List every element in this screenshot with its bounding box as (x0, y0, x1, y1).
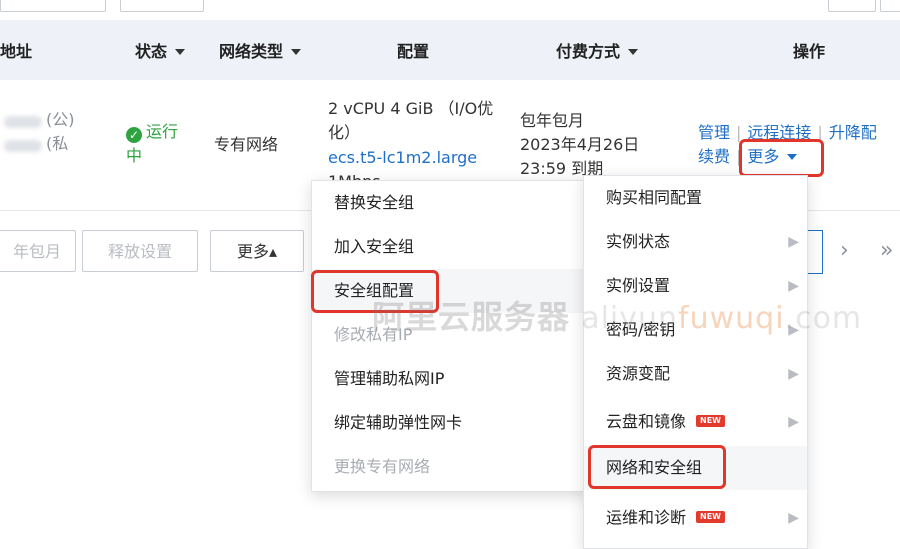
menu-item-instance-settings-label: 实例设置 (606, 276, 671, 295)
new-badge: NEW (696, 510, 725, 523)
release-settings-button[interactable]: 释放设置 (82, 230, 198, 272)
ip-public-blurred (4, 116, 42, 128)
last-page-icon[interactable]: » (880, 238, 893, 263)
ip-private-blurred (4, 140, 42, 152)
chevron-right-icon: ▶ (788, 510, 799, 526)
menu-item-instance-status-label: 实例状态 (606, 232, 671, 251)
menu-item-manage-secondary-ip[interactable]: 管理辅助私网IP (312, 357, 587, 401)
menu-item-instance-status[interactable]: 实例状态 ▶ (584, 220, 807, 264)
menu-item-bind-eni[interactable]: 绑定辅助弹性网卡 (312, 401, 587, 445)
more-actions-link[interactable]: 更多 (747, 147, 798, 166)
menu-item-replace-security-group[interactable]: 替换安全组 (312, 181, 587, 225)
bandwidth: 1Mbps (328, 170, 381, 180)
remote-connect-link[interactable]: 远程连接 (747, 123, 811, 142)
header-status-label: 状态 (135, 42, 168, 61)
security-group-submenu: 替换安全组 加入安全组 安全组配置 修改私有IP 管理辅助私网IP 绑定辅助弹性… (311, 180, 588, 492)
top-button-1[interactable] (0, 0, 106, 12)
caret-down-icon (628, 48, 639, 55)
footer-more-button[interactable]: 更多▴ (210, 230, 304, 272)
menu-item-resource-change-label: 资源变配 (606, 364, 671, 383)
menu-item-change-vpc[interactable]: 更换专有网络 (312, 445, 587, 489)
menu-item-password-key-label: 密码/密钥 (606, 320, 676, 339)
instance-type-link[interactable]: ecs.t5-lc1m2.large (328, 146, 477, 170)
upgrade-link[interactable]: 升降配 (829, 123, 877, 142)
menu-item-ops-diagnosis-label: 运维和诊断 (606, 508, 687, 527)
menu-item-modify-private-ip[interactable]: 修改私有IP (312, 313, 587, 357)
caret-down-icon (291, 48, 302, 55)
status-line2: 中 (126, 146, 143, 165)
payment-expiry-time: 23:59 到期 (520, 159, 604, 177)
manage-link[interactable]: 管理 (698, 123, 730, 142)
header-address: 地址 (0, 42, 33, 61)
header-network-type-label: 网络类型 (219, 42, 284, 61)
actions-line2: 续费 | 更多 (698, 145, 798, 169)
more-actions-label: 更多 (747, 147, 780, 166)
menu-item-disk-image-label: 云盘和镜像 (606, 412, 687, 431)
next-page-icon[interactable]: › (840, 238, 849, 263)
renew-link[interactable]: 续费 (698, 147, 730, 166)
ip-private-suffix: (私 (46, 134, 69, 153)
caret-down-icon (175, 48, 186, 55)
menu-item-network-security-group[interactable]: 网络和安全组 (584, 446, 807, 490)
payment-type: 包年包月 (520, 111, 585, 130)
menu-item-resource-change[interactable]: 资源变配 ▶ (584, 352, 807, 396)
header-network-type[interactable]: 网络类型 (219, 38, 302, 62)
chevron-right-icon: ▶ (788, 414, 799, 430)
chevron-right-icon: ▶ (788, 278, 799, 294)
config-line2: 化） (328, 123, 361, 142)
chevron-right-icon: ▶ (788, 234, 799, 250)
check-circle-icon: ✓ (126, 127, 142, 143)
header-actions: 操作 (793, 42, 826, 61)
menu-item-password-key[interactable]: 密码/密钥 ▶ (584, 308, 807, 352)
menu-item-security-group-config[interactable]: 安全组配置 (312, 269, 587, 313)
header-status[interactable]: 状态 (135, 38, 186, 62)
renew-subscription-button[interactable]: 年包月 (0, 230, 76, 272)
status-line1: 运行 (146, 122, 179, 141)
payment-expiry-date: 2023年4月26日 (520, 135, 640, 154)
header-config: 配置 (397, 42, 430, 61)
chevron-right-icon: ▶ (788, 366, 799, 382)
header-payment-label: 付费方式 (556, 42, 621, 61)
actions-line1: 管理 | 远程连接 | 升降配 (698, 123, 877, 142)
caret-down-icon (787, 153, 798, 160)
more-actions-menu: 购买相同配置 实例状态 ▶ 实例设置 ▶ 密码/密钥 ▶ 资源变配 ▶ 云盘和镜像 NEW… (583, 175, 808, 549)
config-line1: 2 vCPU 4 GiB （I/O优 (328, 99, 494, 118)
header-payment[interactable]: 付费方式 (556, 38, 639, 62)
ip-public-suffix: (公) (46, 110, 75, 129)
top-button-3[interactable] (828, 0, 876, 12)
top-button-2[interactable] (120, 0, 204, 12)
menu-item-ops-diagnosis[interactable]: 运维和诊断 NEW ▶ (584, 496, 807, 540)
menu-item-network-security-group-label: 网络和安全组 (606, 458, 703, 477)
menu-item-join-security-group[interactable]: 加入安全组 (312, 225, 587, 269)
menu-item-buy-same-config[interactable]: 购买相同配置 (584, 176, 807, 220)
status-running: ✓ 运行 中 (126, 120, 178, 168)
menu-item-disk-image[interactable]: 云盘和镜像 NEW ▶ (584, 400, 807, 444)
chevron-right-icon: ▶ (788, 322, 799, 338)
new-badge: NEW (696, 414, 725, 427)
network-type-value: 专有网络 (214, 135, 279, 154)
menu-item-instance-settings[interactable]: 实例设置 ▶ (584, 264, 807, 308)
top-button-4[interactable] (880, 0, 900, 12)
